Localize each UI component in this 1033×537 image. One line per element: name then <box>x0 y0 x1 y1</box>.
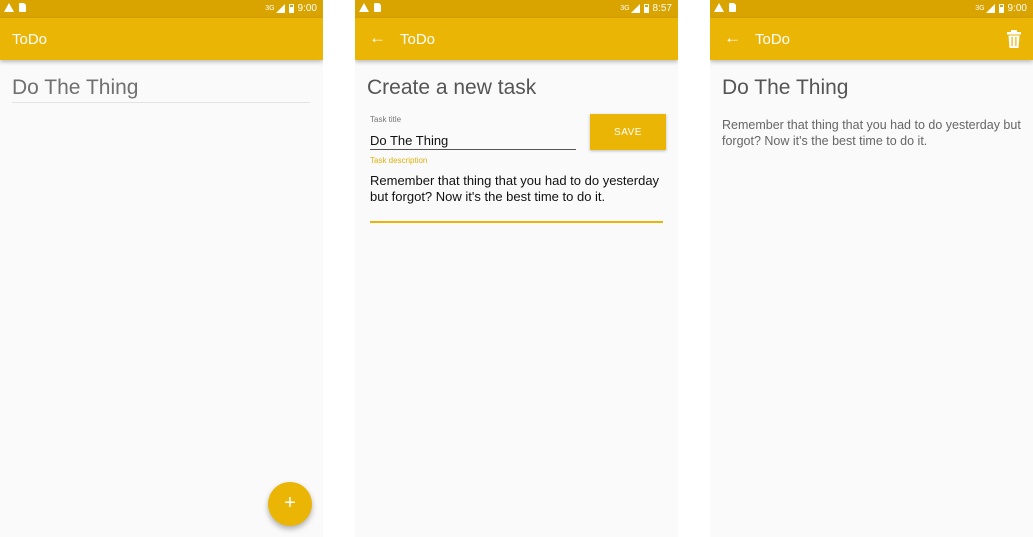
save-button[interactable]: SAVE <box>590 114 666 150</box>
signal-icon <box>985 4 995 13</box>
task-description-label: Task description <box>370 156 428 165</box>
back-arrow-icon[interactable]: ← <box>724 29 741 47</box>
task-description: Remember that thing that you had to do y… <box>722 118 1021 148</box>
sd-card-icon <box>729 3 736 12</box>
plus-icon: + <box>284 492 296 514</box>
task-title: Do The Thing <box>722 76 849 99</box>
app-bar: ← ToDo <box>710 18 1033 60</box>
status-clock: 8:57 <box>652 3 672 14</box>
battery-icon <box>288 4 294 13</box>
add-task-button[interactable]: + <box>268 482 312 526</box>
signal-icon <box>275 4 285 13</box>
status-clock: 9:00 <box>297 3 317 14</box>
status-bar: 3G 8:57 <box>355 0 678 18</box>
signal-icon <box>630 4 640 13</box>
task-description-input[interactable]: Remember that thing that you had to do y… <box>370 173 663 223</box>
sd-card-icon <box>374 3 381 12</box>
task-title-label: Task title <box>370 115 402 124</box>
app-title: ToDo <box>12 31 48 48</box>
warning-icon <box>359 3 369 12</box>
app-title: ToDo <box>400 31 436 48</box>
create-task-screen: 3G 8:57 ← ToDo Create a new task Task ti… <box>355 0 678 537</box>
status-bar: 3G 9:00 <box>710 0 1033 18</box>
task-detail-screen: 3G 9:00 ← ToDo Do The Thing Remember tha… <box>710 0 1033 537</box>
status-clock: 9:00 <box>1007 3 1027 14</box>
network-type: 3G <box>975 5 985 12</box>
warning-icon <box>714 3 724 12</box>
battery-icon <box>643 4 649 13</box>
task-list-item[interactable]: Do The Thing <box>12 76 310 103</box>
status-bar: 3G 9:00 <box>0 0 323 18</box>
warning-icon <box>4 3 14 12</box>
trash-icon[interactable] <box>1007 30 1021 48</box>
task-list-screen: 3G 9:00 ToDo Do The Thing + <box>0 0 323 537</box>
sd-card-icon <box>19 3 26 12</box>
app-bar: ← ToDo <box>355 18 678 60</box>
battery-icon <box>998 4 1004 13</box>
network-type: 3G <box>620 5 630 12</box>
network-type: 3G <box>265 5 275 12</box>
back-arrow-icon[interactable]: ← <box>369 29 386 47</box>
app-bar: ToDo <box>0 18 323 60</box>
page-heading: Create a new task <box>367 76 537 99</box>
app-title: ToDo <box>755 31 791 48</box>
task-title-input[interactable] <box>370 131 576 150</box>
